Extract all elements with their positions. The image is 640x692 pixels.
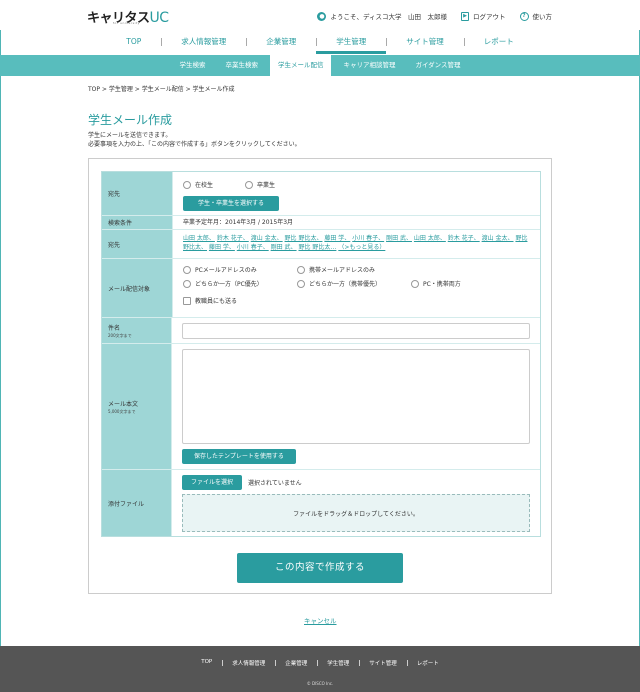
help-link[interactable]: 使い方 [533, 11, 553, 21]
body-label: メール本文 5,000文字まで [102, 344, 172, 469]
recipient-link[interactable]: 野比 野比太… [298, 244, 336, 251]
user-area: ● ようこそ、ディスコ大学 山田 太郎様 ▶ ログアウト ? 使い方 [317, 11, 552, 21]
radio-icon[interactable] [183, 279, 191, 288]
logo-subtitle: for university [113, 21, 140, 25]
row-recipients: 宛先 山田 太郎、 鈴木 花子、 渡山 金太、 野比 野比太、 藤田 学、 小川… [102, 230, 540, 259]
row-body: メール本文 5,000文字まで 保存したテンプレートを使用する [102, 344, 540, 470]
row-search-condition: 検索条件 卒業予定年月：2014年3月 / 2015年3月 [102, 216, 540, 230]
footer-link-top[interactable]: TOP [191, 659, 222, 667]
footer-link-jobs[interactable]: 求人情報管理 [222, 659, 275, 667]
recipient-link[interactable]: 渡山 金太、 [251, 235, 283, 242]
recipient-link[interactable]: 藤田 学、 [324, 235, 350, 242]
subnav-career-consult[interactable]: キャリア相談管理 [335, 55, 403, 76]
recipient-link[interactable]: 鈴木 花子、 [217, 235, 249, 242]
recipient-link[interactable]: 鈴木 花子、 [448, 235, 480, 242]
radio-icon[interactable] [183, 180, 191, 189]
sub-nav: 学生検索 卒業生検索 学生メール配信 キャリア相談管理 ガイダンス管理 [0, 55, 640, 77]
nav-top[interactable]: TOP [106, 33, 161, 54]
footer-link-companies[interactable]: 企業管理 [275, 659, 317, 667]
footer: TOP 求人情報管理 企業管理 学生管理 サイト管理 レポート © DISCO … [0, 646, 640, 692]
row-attachment: 添付ファイル ファイルを選択 選択されていません ファイルをドラッグ＆ドロップし… [102, 470, 540, 536]
radio-icon[interactable] [297, 279, 305, 288]
radio-pc-only[interactable]: PCメールアドレスのみ [183, 265, 257, 274]
delivery-target-label: メール配信対象 [102, 259, 173, 317]
recipient-link[interactable]: 野比 [515, 235, 527, 242]
recipient-link[interactable]: 剛田 武、 [386, 235, 412, 242]
footer-link-report[interactable]: レポート [406, 659, 449, 667]
row-destination: 宛先 在校生 卒業生 学生・卒業生を選択する [102, 172, 540, 216]
radio-either-pc[interactable]: どちらか一方（PC優先） [183, 279, 263, 288]
row-delivery-target: メール配信対象 PCメールアドレスのみ 携帯メールアドレスのみ どちらか一方（P… [102, 259, 540, 318]
page-title: 学生メール作成 [88, 113, 173, 127]
destination-label: 宛先 [102, 172, 173, 215]
select-students-button[interactable]: 学生・卒業生を選択する [183, 195, 280, 211]
radio-icon[interactable] [183, 265, 191, 274]
help-icon[interactable]: ? [519, 11, 529, 21]
recipient-link[interactable]: 野比太、 [183, 244, 207, 251]
subnav-student-search[interactable]: 学生検索 [171, 55, 213, 76]
condition-label: 検索条件 [102, 216, 173, 229]
row-subject: 件名 200文字まで [102, 318, 540, 344]
checkbox-icon[interactable] [183, 296, 191, 305]
body-textarea[interactable] [182, 349, 530, 444]
recipients-label: 宛先 [102, 230, 173, 258]
breadcrumb: TOP > 学生管理 > 学生メール配信 > 学生メール作成 [88, 86, 235, 93]
recipient-link[interactable]: 小川 春子、 [237, 244, 269, 251]
recipient-list: 山田 太郎、 鈴木 花子、 渡山 金太、 野比 野比太、 藤田 学、 小川 春子… [173, 230, 540, 258]
nav-report[interactable]: レポート [463, 33, 534, 54]
attachment-label: 添付ファイル [102, 470, 172, 536]
radio-icon[interactable] [297, 265, 305, 274]
radio-current-students[interactable]: 在校生 [183, 180, 213, 189]
welcome-text: ようこそ、ディスコ大学 山田 太郎様 [330, 13, 447, 21]
show-more-link[interactable]: （>もっと見る） [338, 244, 385, 251]
mail-form: 宛先 在校生 卒業生 学生・卒業生を選択する 検索条件 卒業予定年月：2014年… [101, 171, 541, 537]
use-template-button[interactable]: 保存したテンプレートを使用する [182, 449, 296, 464]
recipient-link[interactable]: 藤田 学、 [209, 244, 235, 251]
subnav-student-mail[interactable]: 学生メール配信 [269, 55, 332, 77]
choose-file-button[interactable]: ファイルを選択 [182, 475, 243, 490]
radio-mobile-only[interactable]: 携帯メールアドレスのみ [297, 265, 375, 274]
nav-jobs[interactable]: 求人情報管理 [161, 33, 246, 54]
main-nav: TOP 求人情報管理 企業管理 学生管理 サイト管理 レポート [0, 33, 640, 54]
nav-students[interactable]: 学生管理 [316, 33, 387, 54]
file-status: 選択されていません [248, 480, 302, 487]
checkbox-send-staff[interactable]: 教職員にも送る [183, 296, 237, 305]
recipient-link[interactable]: 山田 太郎、 [183, 235, 215, 242]
file-drop-zone[interactable]: ファイルをドラッグ＆ドロップしてください。 [182, 494, 530, 532]
footer-link-site[interactable]: サイト管理 [359, 659, 407, 667]
recipient-link[interactable]: 渡山 金太、 [482, 235, 514, 242]
radio-icon[interactable] [244, 180, 253, 189]
subject-input[interactable] [182, 323, 530, 339]
nav-site[interactable]: サイト管理 [386, 33, 464, 54]
recipient-link[interactable]: 山田 太郎、 [414, 235, 446, 242]
subnav-guidance[interactable]: ガイダンス管理 [407, 55, 468, 76]
nav-companies[interactable]: 企業管理 [246, 33, 316, 54]
radio-both[interactable]: PC・携帯両方 [411, 279, 461, 288]
radio-icon[interactable] [411, 279, 419, 288]
page-description: 学生にメールを送信できます。 必要事項を入力の上、「この内容で作成する」ボタンを… [88, 132, 301, 148]
cancel-link[interactable]: キャンセル [304, 615, 337, 625]
copyright: © DISCO Inc. [306, 681, 334, 686]
submit-create-button[interactable]: この内容で作成する [237, 553, 403, 583]
recipient-link[interactable]: 小川 春子、 [352, 235, 384, 242]
recipient-link[interactable]: 剛田 武、 [271, 244, 297, 251]
recipient-link[interactable]: 野比 野比太、 [285, 235, 323, 242]
subnav-graduate-search[interactable]: 卒業生検索 [217, 55, 266, 76]
radio-graduates[interactable]: 卒業生 [244, 180, 275, 189]
logout-link[interactable]: ログアウト [473, 11, 506, 21]
footer-link-students[interactable]: 学生管理 [317, 659, 359, 667]
radio-either-mobile[interactable]: どちらか一方（携帯優先） [297, 279, 381, 288]
logout-icon[interactable]: ▶ [461, 11, 469, 21]
subject-label: 件名 200文字まで [102, 318, 172, 343]
top-header: キャリタスUC for university ● ようこそ、ディスコ大学 山田 … [0, 0, 640, 30]
condition-value: 卒業予定年月：2014年3月 / 2015年3月 [173, 216, 540, 229]
user-icon: ● [317, 11, 327, 21]
